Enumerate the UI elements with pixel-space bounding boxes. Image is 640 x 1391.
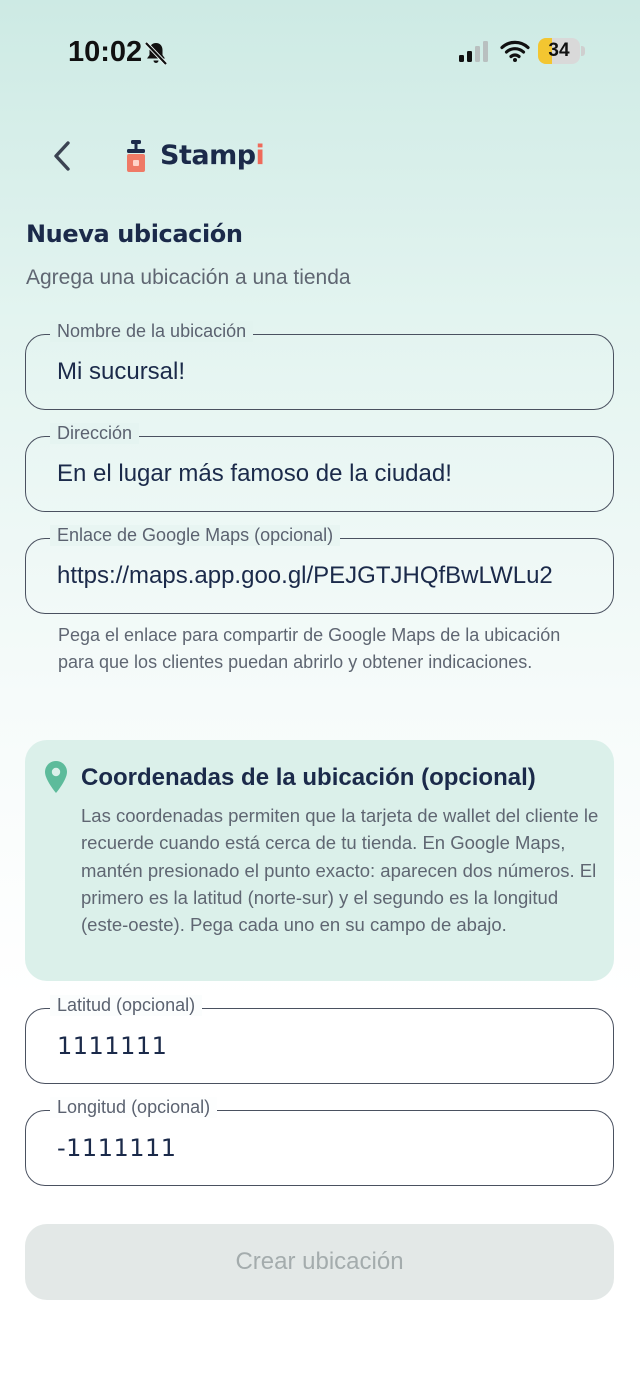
wifi-icon: [500, 40, 530, 62]
address-field[interactable]: Dirección: [25, 423, 614, 512]
back-button[interactable]: [40, 134, 84, 178]
longitude-input[interactable]: [57, 1131, 583, 1165]
brand-name: Stampi: [160, 140, 265, 171]
longitude-label: Longitud (opcional): [50, 1097, 218, 1118]
coordinates-info-title: Coordenadas de la ubicación (opcional): [81, 764, 536, 791]
chevron-left-icon: [54, 141, 70, 171]
status-time: 10:02: [68, 36, 143, 68]
battery-percent: 34: [548, 40, 570, 61]
coordinates-info-body: Las coordenadas permiten que la tarjeta …: [81, 805, 599, 936]
create-location-button[interactable]: Crear ubicación: [25, 1224, 614, 1300]
brand-name-accent: i: [255, 140, 265, 171]
coordinates-info-card: Coordenadas de la ubicación (opcional) L…: [25, 740, 614, 981]
maps-link-input[interactable]: [57, 559, 583, 593]
latitude-label: Latitud (opcional): [50, 995, 203, 1016]
page-subtitle: Agrega una ubicación a una tienda: [26, 266, 351, 289]
brand-name-main: Stamp: [160, 140, 256, 171]
latitude-field[interactable]: Latitud (opcional): [25, 995, 614, 1084]
cellular-signal-icon: [459, 41, 488, 62]
location-name-input[interactable]: [57, 355, 583, 389]
location-name-label: Nombre de la ubicación: [50, 321, 254, 342]
longitude-field[interactable]: Longitud (opcional): [25, 1097, 614, 1186]
map-pin-icon: [45, 761, 67, 793]
address-label: Dirección: [50, 423, 140, 444]
status-bar: 10:02 34: [0, 0, 640, 100]
maps-link-field[interactable]: Enlace de Google Maps (opcional): [25, 525, 614, 614]
location-name-field[interactable]: Nombre de la ubicación: [25, 321, 614, 410]
stampi-logo-icon: [127, 140, 145, 172]
battery-tip: [581, 46, 585, 56]
page-title: Nueva ubicación: [26, 220, 243, 248]
maps-link-label: Enlace de Google Maps (opcional): [50, 525, 341, 546]
address-input[interactable]: [57, 457, 583, 491]
latitude-input[interactable]: [57, 1029, 583, 1063]
bell-muted-icon: [144, 41, 168, 66]
maps-link-helper-text: Pega el enlace para compartir de Google …: [58, 625, 561, 672]
battery-indicator: 34: [538, 38, 580, 64]
